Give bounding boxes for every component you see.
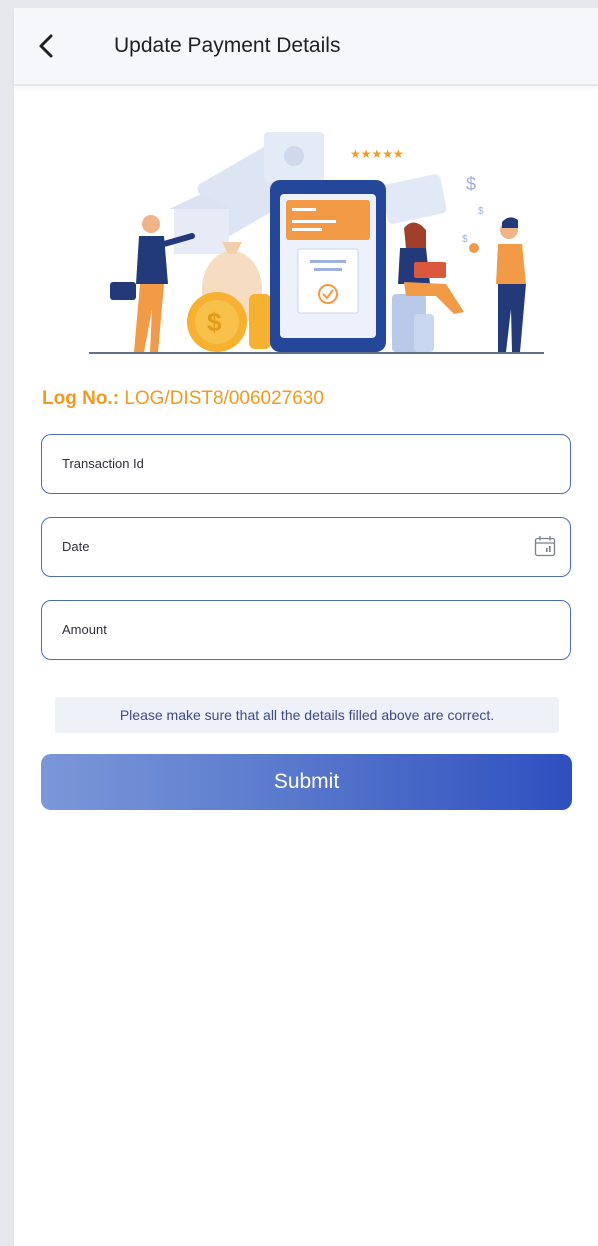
payment-screen: Update Payment Details ★★★★★ $ $ $ $ Log… bbox=[14, 8, 598, 1246]
transaction-id-field[interactable]: Transaction Id bbox=[41, 434, 571, 494]
app-bar: Update Payment Details bbox=[14, 8, 598, 86]
chevron-left-icon bbox=[39, 34, 53, 58]
svg-text:$: $ bbox=[462, 234, 468, 245]
log-number-label: Log No.: bbox=[42, 388, 120, 409]
amount-placeholder: Amount bbox=[62, 622, 107, 637]
svg-text:$: $ bbox=[207, 307, 222, 337]
svg-text:$: $ bbox=[466, 174, 476, 194]
confirmation-note: Please make sure that all the details fi… bbox=[55, 697, 559, 733]
svg-text:$: $ bbox=[478, 206, 484, 217]
log-number: Log No.: LOG/DIST8/006027630 bbox=[42, 388, 324, 410]
calendar-icon[interactable] bbox=[534, 535, 556, 557]
submit-button[interactable]: Submit bbox=[41, 754, 572, 810]
transaction-id-placeholder: Transaction Id bbox=[62, 456, 144, 471]
page-title: Update Payment Details bbox=[114, 34, 341, 57]
payment-illustration: ★★★★★ $ $ $ $ bbox=[89, 132, 544, 354]
date-placeholder: Date bbox=[62, 539, 90, 554]
log-number-value: LOG/DIST8/006027630 bbox=[124, 388, 324, 409]
amount-field[interactable]: Amount bbox=[41, 600, 571, 660]
back-button[interactable] bbox=[30, 28, 62, 64]
date-field[interactable]: Date bbox=[41, 517, 571, 577]
svg-text:★★★★★: ★★★★★ bbox=[350, 147, 404, 161]
